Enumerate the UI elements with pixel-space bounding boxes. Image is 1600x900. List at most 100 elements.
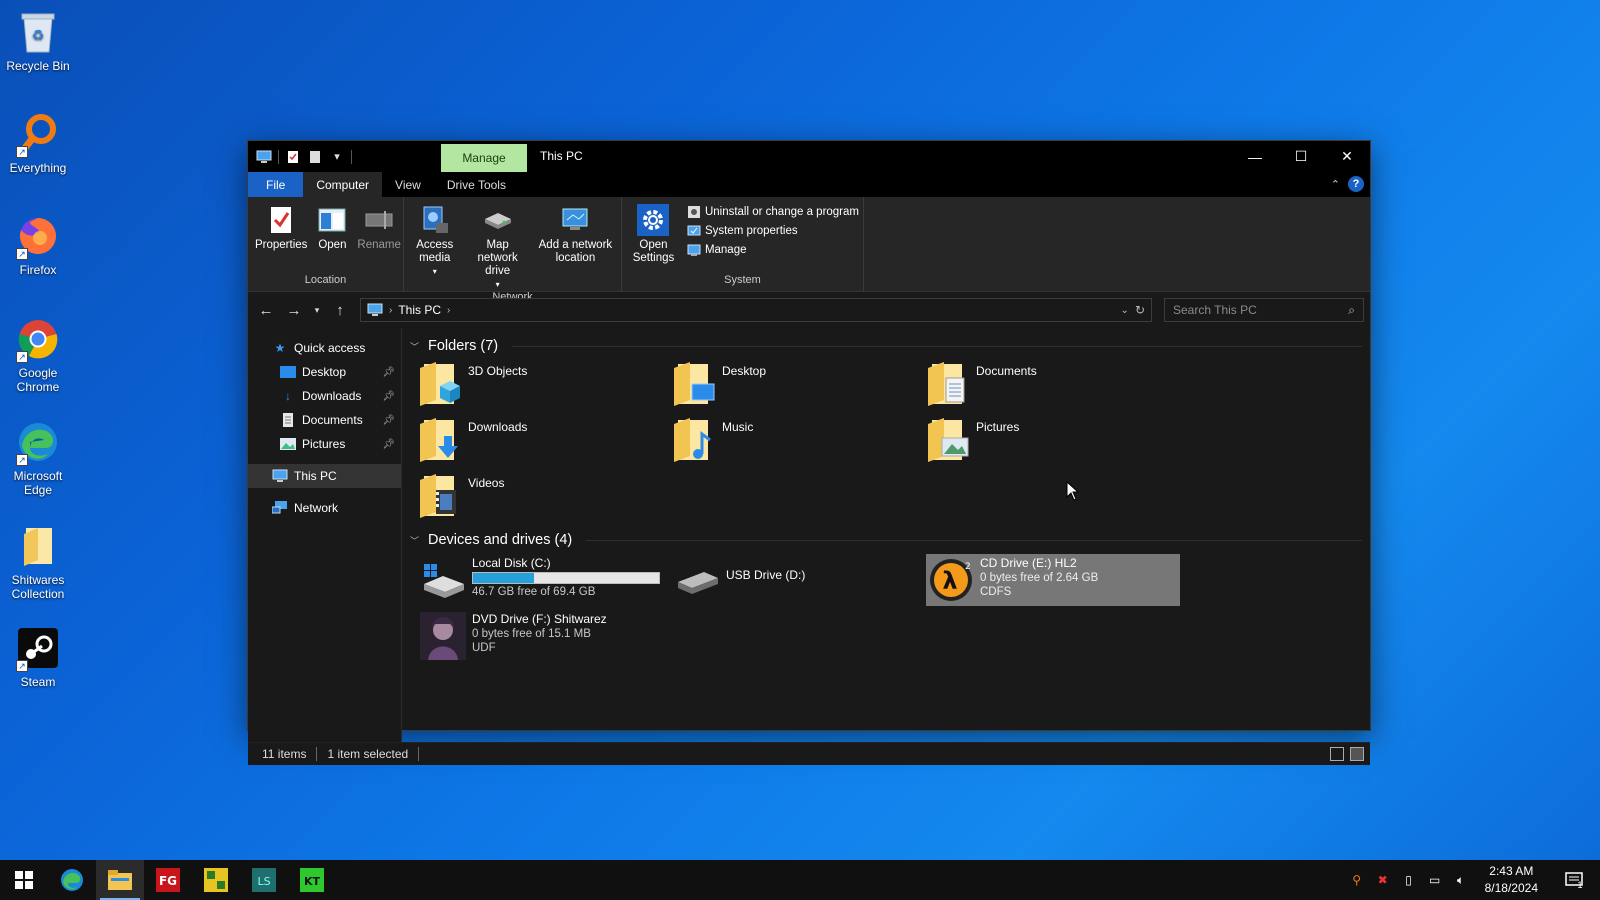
folder-item[interactable]: Documents (926, 360, 1180, 408)
collapse-ribbon-icon[interactable]: ⌃ (1331, 178, 1340, 191)
everything-tray-icon[interactable]: ⚲ (1349, 872, 1365, 888)
details-view-button[interactable] (1330, 747, 1344, 761)
action-center-button[interactable]: 1 (1554, 860, 1594, 900)
start-button[interactable] (0, 860, 48, 900)
tab-manage[interactable]: Manage (441, 144, 527, 172)
ribbon-group-system: Open Settings Uninstall or change a prog… (622, 197, 864, 291)
search-input[interactable] (1173, 303, 1349, 317)
folder-item[interactable]: Desktop (672, 360, 926, 408)
folder-item[interactable]: Pictures (926, 416, 1180, 464)
open-settings-button[interactable]: Open Settings (626, 203, 681, 274)
breadcrumb-chevron-icon[interactable]: › (447, 305, 450, 316)
drive-name: DVD Drive (F:) Shitwarez (472, 612, 607, 626)
nav-item-downloads[interactable]: ↓ Downloads 📌︎ (248, 384, 401, 408)
drive-item-c[interactable]: Local Disk (C:) 46.7 GB free of 69.4 GB (418, 554, 672, 606)
close-button[interactable]: ✕ (1324, 141, 1370, 172)
help-icon[interactable]: ? (1348, 176, 1364, 192)
svg-text:KT: KT (304, 875, 321, 888)
half-life-cd-icon: λ2 (928, 556, 974, 604)
drive-item-f[interactable]: DVD Drive (F:) Shitwarez 0 bytes free of… (418, 610, 672, 662)
system-properties-button[interactable]: System properties (687, 224, 859, 238)
desktop-icon-everything[interactable]: ↗ Everything (4, 110, 72, 175)
open-button[interactable]: Open (312, 203, 352, 274)
rename-button[interactable]: Rename (354, 203, 403, 274)
address-bar[interactable]: › This PC › ⌄ ↻ (360, 298, 1152, 322)
svg-text:2: 2 (965, 562, 971, 572)
tab-computer[interactable]: Computer (303, 172, 383, 197)
desktop-icon-steam[interactable]: ↗ Steam (4, 624, 72, 689)
drives-section-header[interactable]: ﹀ Devices and drives (4) (410, 526, 1362, 554)
nav-network[interactable]: Network (248, 496, 401, 520)
forward-button[interactable]: → (282, 298, 306, 322)
this-pc-icon (256, 149, 272, 165)
folder-item[interactable]: Music (672, 416, 926, 464)
properties-qat-button[interactable] (285, 149, 301, 165)
desktop-icon-label: Microsoft Edge (13, 469, 63, 497)
folder-item[interactable]: Downloads (418, 416, 672, 464)
documents-folder-icon (926, 360, 970, 406)
network-tray-icon[interactable]: ▭ (1427, 872, 1443, 888)
maximize-button[interactable]: ☐ (1278, 141, 1324, 172)
nav-item-pictures[interactable]: Pictures 📌︎ (248, 432, 401, 456)
nav-item-documents[interactable]: Documents 📌︎ (248, 408, 401, 432)
taskbar-fg-app[interactable]: FG (144, 860, 192, 900)
taskbar-ls-app[interactable]: LS (240, 860, 288, 900)
nav-item-desktop[interactable]: Desktop 📌︎ (248, 360, 401, 384)
drive-name: USB Drive (D:) (726, 568, 806, 582)
folder-item[interactable]: Videos (418, 472, 672, 520)
collapse-chevron-icon[interactable]: ﹀ (410, 340, 422, 353)
nav-quick-access[interactable]: ★ Quick access (248, 336, 401, 360)
uninstall-program-button[interactable]: Uninstall or change a program (687, 205, 859, 219)
chrome-icon: ↗ (14, 315, 62, 363)
search-icon[interactable]: ⌕ (1348, 303, 1355, 318)
minimize-button[interactable]: — (1232, 141, 1278, 172)
search-box[interactable]: ⌕ (1164, 298, 1364, 322)
pictures-icon (280, 436, 296, 452)
taskbar-edge[interactable] (48, 860, 96, 900)
properties-button[interactable]: Properties (252, 203, 310, 274)
taskbar-app-4[interactable] (192, 860, 240, 900)
address-history-dropdown[interactable]: ⌄ (1121, 305, 1129, 316)
folders-section-header[interactable]: ﹀ Folders (7) (410, 332, 1362, 360)
security-tray-icon[interactable]: ✖ (1375, 872, 1391, 888)
ribbon-group-network: Access media ▾ Map network drive ▾ Add a… (404, 197, 622, 303)
back-button[interactable]: ← (254, 298, 278, 322)
large-icons-view-button[interactable] (1350, 747, 1364, 761)
add-network-location-button[interactable]: Add a network location (534, 203, 617, 291)
drive-item-d[interactable]: USB Drive (D:) (672, 554, 926, 606)
refresh-icon[interactable]: ↻ (1135, 303, 1145, 317)
desktop-icon-firefox[interactable]: ↗ Firefox (4, 212, 72, 277)
documents-icon (280, 412, 296, 428)
collapse-chevron-icon[interactable]: ﹀ (410, 534, 422, 547)
breadcrumb-chevron-icon[interactable]: › (389, 305, 392, 316)
desktop-icon-shitwares-collection[interactable]: Shitwares Collection (4, 522, 72, 601)
manage-button[interactable]: Manage (687, 243, 859, 257)
clock[interactable]: 2:43 AM 8/18/2024 (1479, 863, 1544, 897)
taskbar-file-explorer[interactable] (96, 860, 144, 900)
desktop-icon-edge[interactable]: ↗ Microsoft Edge (4, 418, 72, 497)
tab-file[interactable]: File (248, 172, 304, 197)
breadcrumb-this-pc[interactable]: This PC (398, 303, 441, 317)
desktop-icon-recycle-bin[interactable]: ♻ Recycle Bin (4, 8, 72, 73)
usb-tray-icon[interactable]: ▯ (1401, 872, 1417, 888)
taskbar-kt-app[interactable]: KT (288, 860, 336, 900)
volume-muted-icon[interactable]: 🔈︎ (1453, 872, 1469, 888)
tab-drive-tools[interactable]: Drive Tools (434, 172, 519, 197)
pin-icon: 📌︎ (382, 438, 395, 450)
nav-this-pc[interactable]: This PC (248, 464, 401, 488)
shortcut-arrow-icon: ↗ (16, 351, 28, 363)
map-network-drive-button[interactable]: Map network drive ▾ (463, 203, 531, 291)
folder-item[interactable]: 3D Objects (418, 360, 672, 408)
svg-text:♻: ♻ (32, 28, 45, 44)
up-button[interactable]: ↑ (328, 298, 352, 322)
drive-item-e[interactable]: λ2 CD Drive (E:) HL2 0 bytes free of 2.6… (926, 554, 1180, 606)
tab-view[interactable]: View (382, 172, 434, 197)
access-media-button[interactable]: Access media ▾ (408, 203, 461, 291)
customize-qat-dropdown[interactable]: ▾ (329, 149, 345, 165)
downloads-folder-icon (418, 416, 462, 462)
new-folder-qat-button[interactable] (307, 149, 323, 165)
shortcut-arrow-icon: ↗ (16, 146, 28, 158)
desktop-icon-chrome[interactable]: ↗ Google Chrome (4, 315, 72, 394)
recent-locations-dropdown[interactable]: ▾ (310, 298, 324, 322)
ls-app-icon: LS (252, 868, 276, 892)
